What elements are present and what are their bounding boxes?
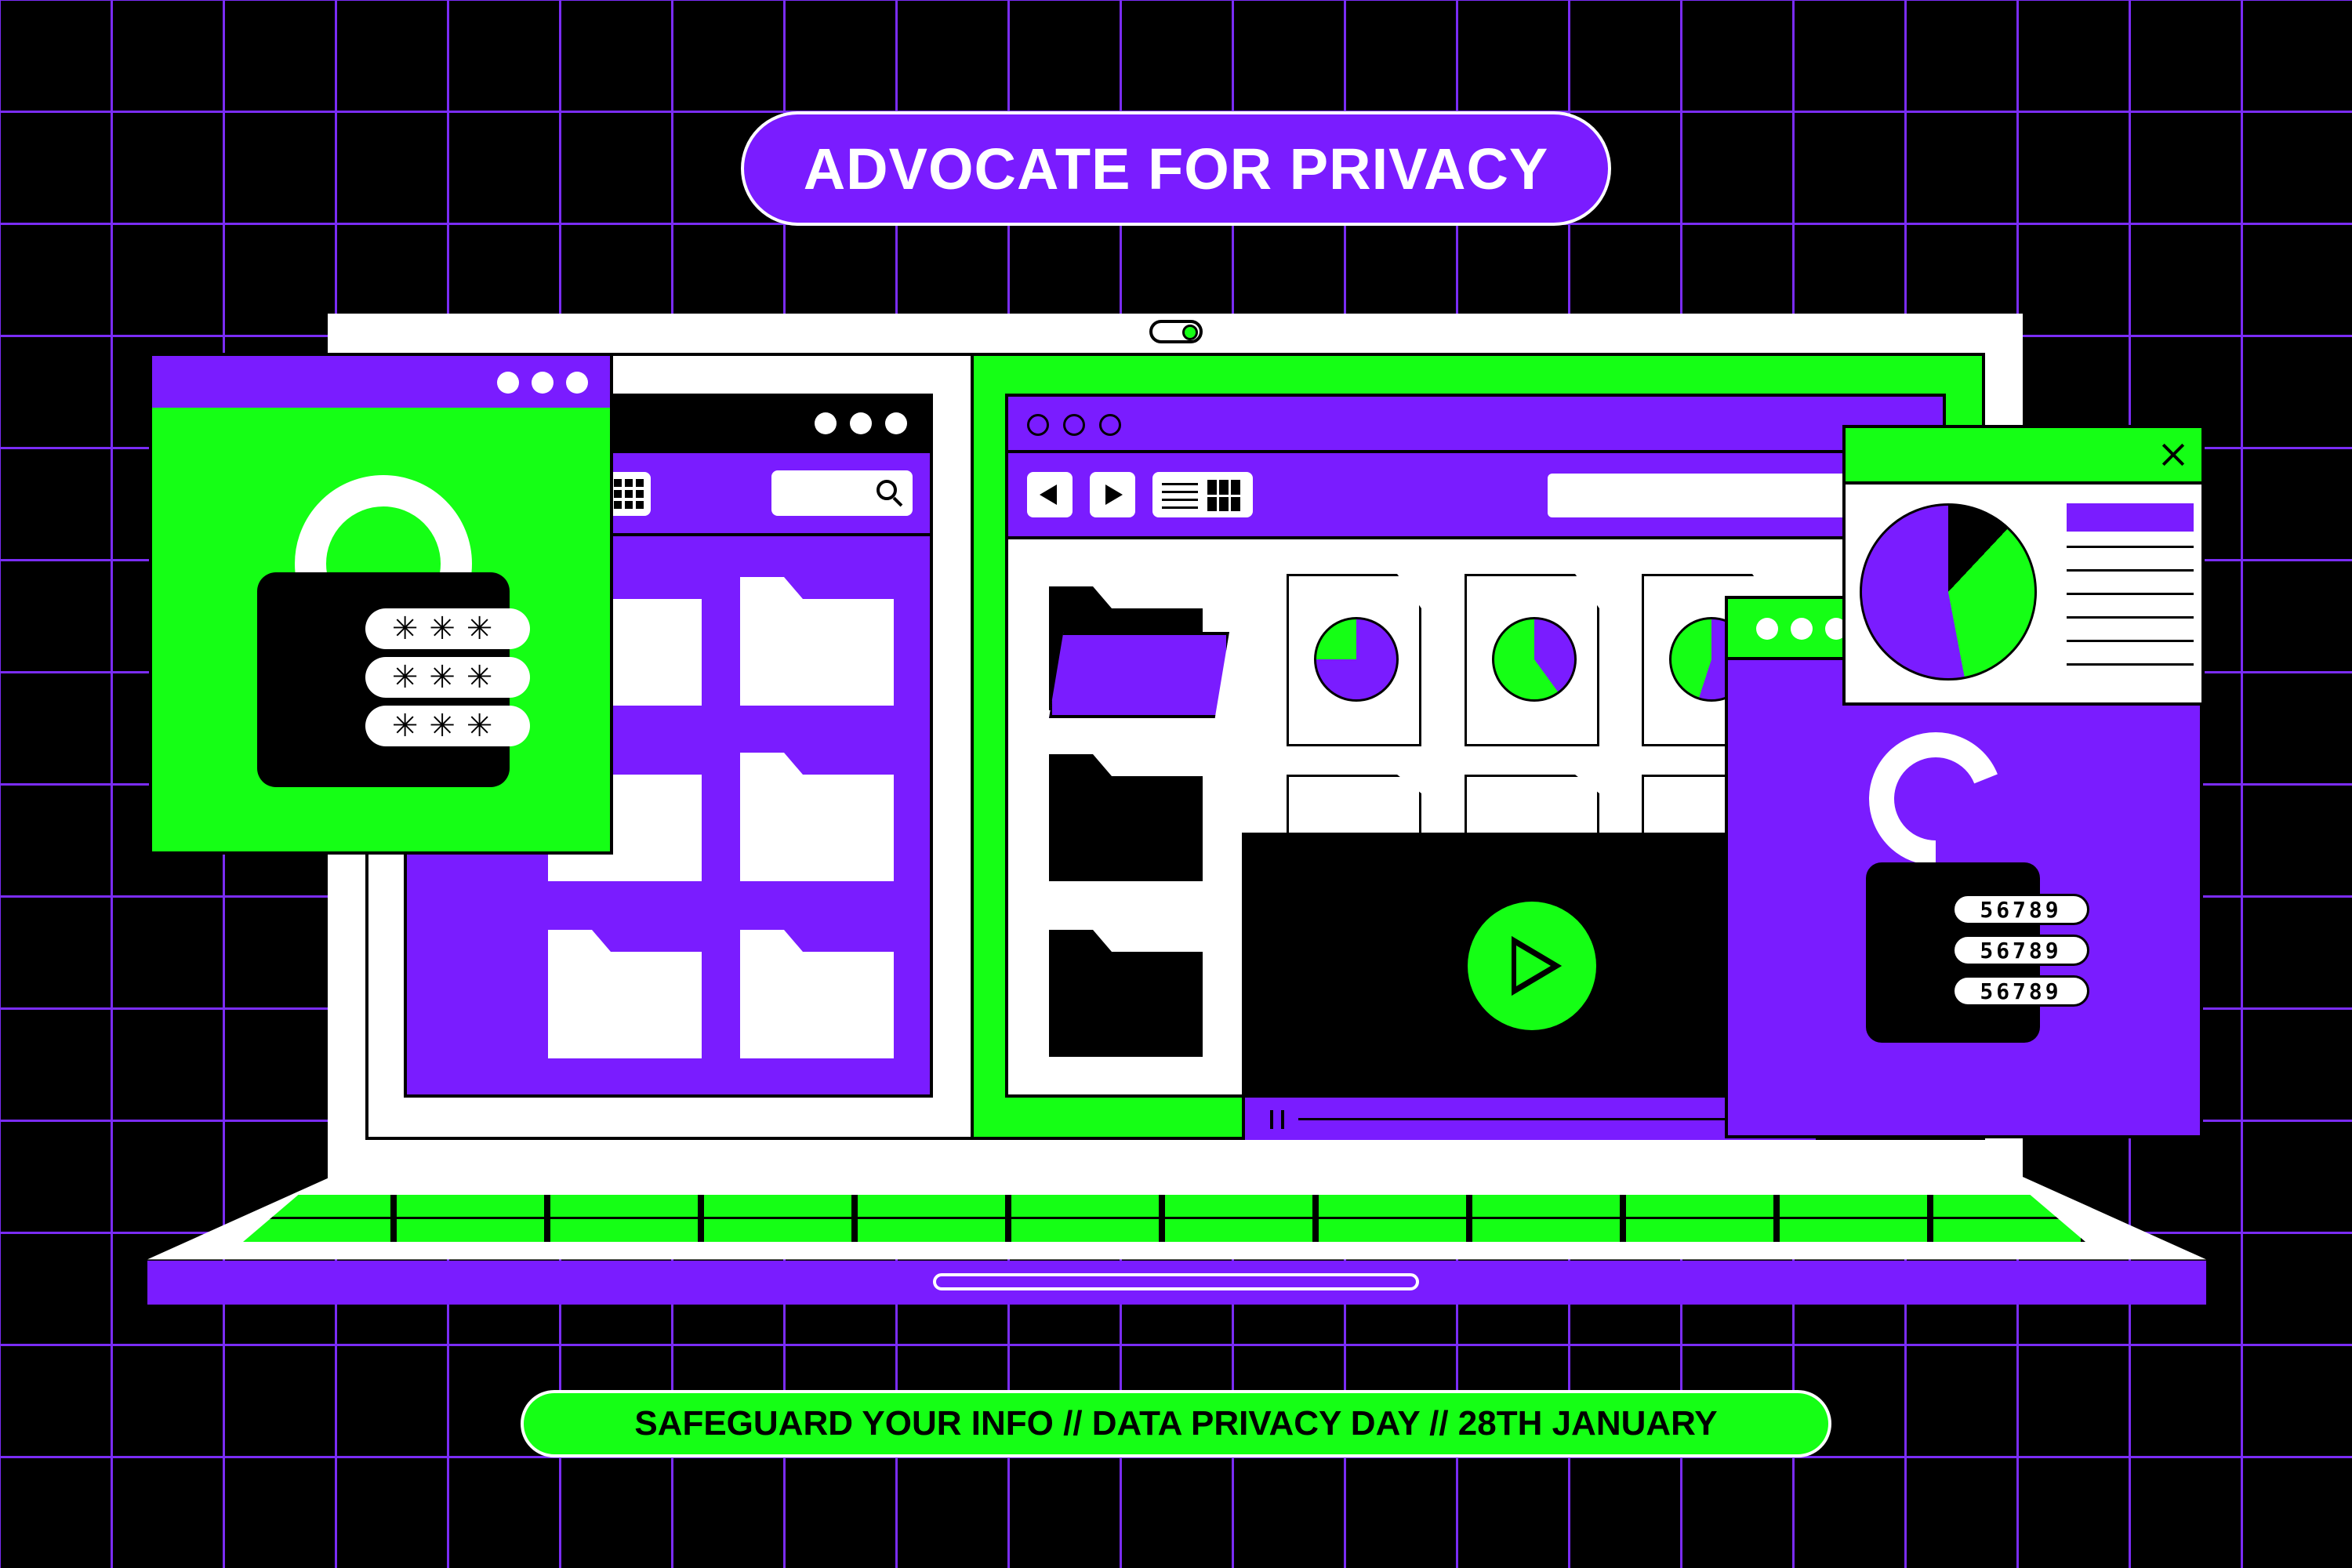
code-pill: 56789	[1952, 894, 2089, 925]
folder-icon[interactable]	[740, 599, 894, 706]
chart-window-titlebar	[1846, 428, 2201, 485]
chart-legend-bar	[2067, 503, 2194, 532]
window-control-icon[interactable]	[1063, 414, 1085, 436]
folder-icon[interactable]	[1049, 776, 1203, 881]
password-field[interactable]: ✳✳✳	[365, 608, 530, 649]
text-line	[2067, 640, 2194, 642]
toggle-icon[interactable]	[1149, 320, 1203, 343]
back-arrow-icon[interactable]	[1027, 472, 1073, 517]
window-control-icon[interactable]	[566, 372, 588, 394]
text-line	[2067, 593, 2194, 595]
folder-icon[interactable]	[548, 952, 702, 1058]
window-control-icon[interactable]	[885, 412, 907, 434]
forward-arrow-icon[interactable]	[1090, 472, 1135, 517]
text-line	[2067, 546, 2194, 548]
window-control-icon[interactable]	[497, 372, 519, 394]
grid-view-icon[interactable]	[1207, 480, 1243, 511]
touchpad-icon[interactable]	[933, 1273, 1419, 1290]
folder-icon[interactable]	[740, 952, 894, 1058]
padlock-icon	[1869, 732, 2002, 866]
browser-toolbar	[1008, 453, 1943, 539]
close-icon[interactable]	[2159, 441, 2187, 469]
code-pill: 56789	[1952, 975, 2089, 1007]
pie-chart-icon	[1492, 617, 1577, 702]
play-icon[interactable]	[1468, 902, 1596, 1030]
pie-chart-icon	[1314, 617, 1399, 702]
footer-text: SAFEGUARD YOUR INFO // DATA PRIVACY DAY …	[634, 1404, 1718, 1443]
window-control-icon[interactable]	[815, 412, 837, 434]
lock-window: ✳✳✳ ✳✳✳ ✳✳✳	[149, 353, 613, 855]
text-line	[2067, 663, 2194, 666]
window-control-icon[interactable]	[1099, 414, 1121, 436]
pause-icon[interactable]	[1270, 1110, 1284, 1129]
window-control-icon[interactable]	[1791, 618, 1813, 640]
title-text: ADVOCATE FOR PRIVACY	[803, 136, 1549, 201]
browser-titlebar	[1008, 397, 1943, 453]
search-input[interactable]	[771, 470, 913, 516]
keyboard	[243, 1195, 2085, 1242]
padlock-body: 56789 56789 56789	[1866, 862, 2089, 1043]
window-control-icon[interactable]	[850, 412, 872, 434]
list-view-icon[interactable]	[1152, 472, 1253, 517]
password-field[interactable]: ✳✳✳	[365, 706, 530, 746]
document-icon[interactable]	[1465, 574, 1599, 746]
window-control-icon[interactable]	[532, 372, 554, 394]
title-banner: ADVOCATE FOR PRIVACY	[741, 111, 1611, 226]
text-line	[2067, 569, 2194, 572]
folder-icon[interactable]	[740, 775, 894, 881]
grid-view-icon[interactable]	[607, 472, 651, 516]
document-icon[interactable]	[1287, 574, 1421, 746]
pie-chart-icon	[1860, 503, 2037, 681]
window-control-icon[interactable]	[1756, 618, 1778, 640]
window-control-icon[interactable]	[1027, 414, 1049, 436]
folder-icon[interactable]	[1049, 952, 1203, 1057]
footer-banner: SAFEGUARD YOUR INFO // DATA PRIVACY DAY …	[521, 1390, 1831, 1457]
text-line	[2067, 616, 2194, 619]
padlock-body: ✳✳✳ ✳✳✳ ✳✳✳	[257, 572, 530, 787]
chart-window	[1842, 425, 2205, 706]
open-folder-icon[interactable]	[1049, 632, 1229, 718]
progress-track[interactable]	[1298, 1118, 1784, 1120]
lock-window-titlebar	[152, 356, 610, 408]
password-field[interactable]: ✳✳✳	[365, 657, 530, 698]
code-pill: 56789	[1952, 935, 2089, 966]
